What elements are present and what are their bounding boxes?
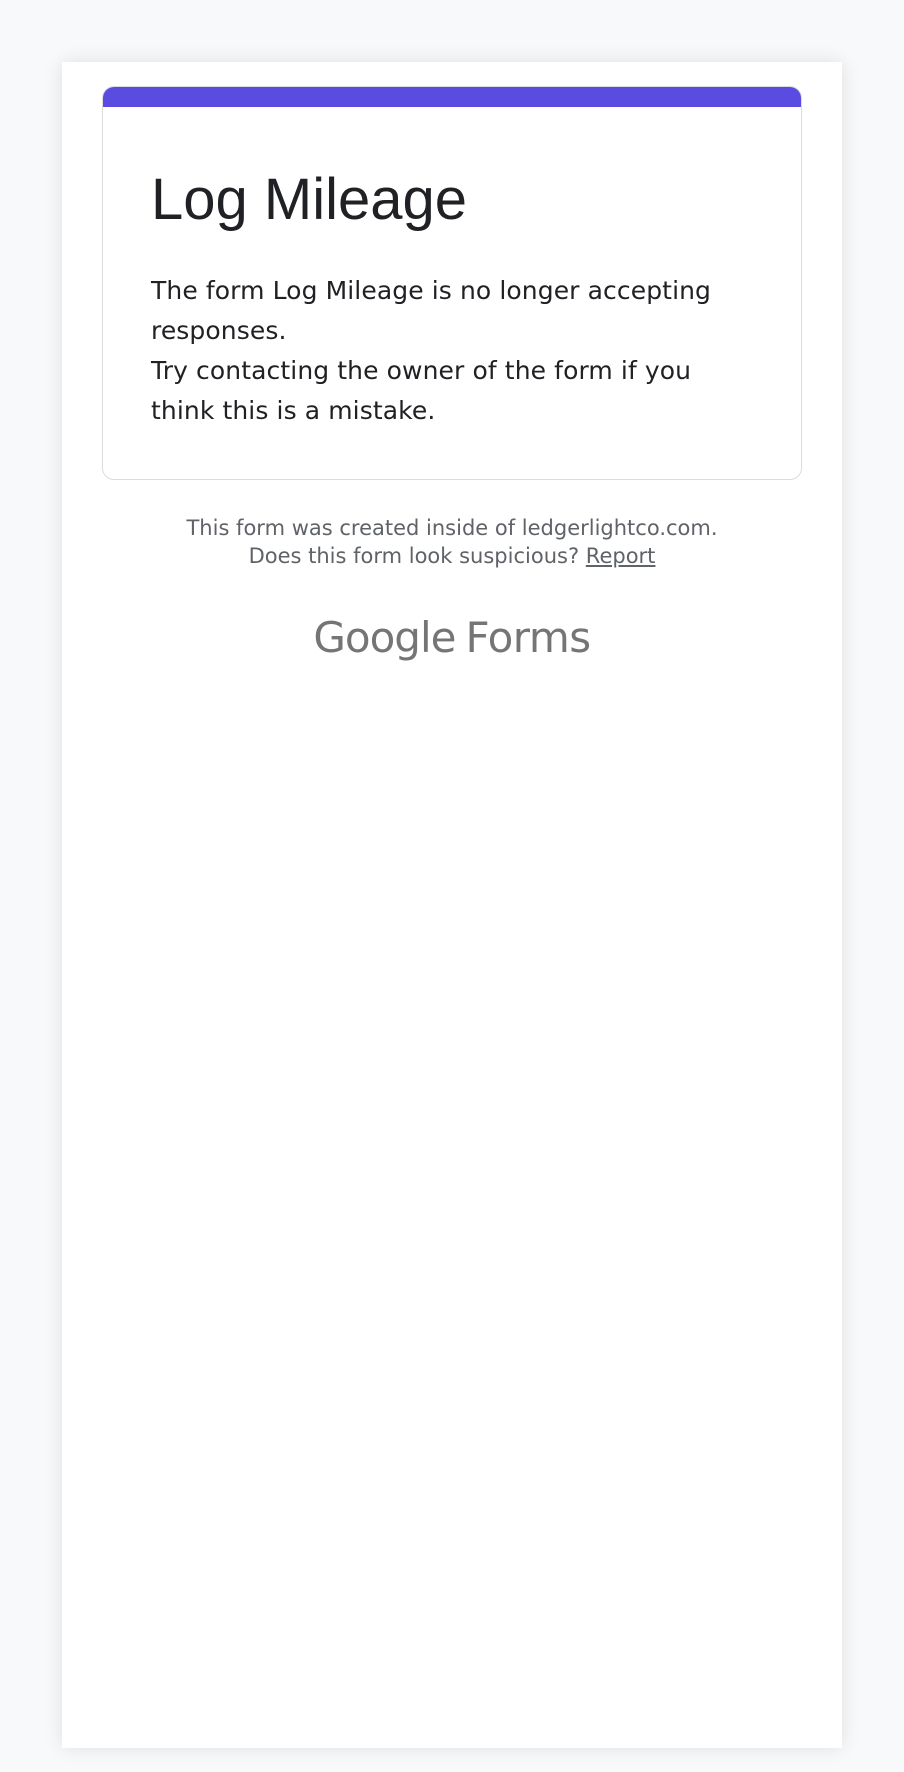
closed-message-line-2: Try contacting the owner of the form if …: [151, 356, 692, 425]
closed-message-line-1: The form Log Mileage is no longer accept…: [151, 276, 712, 345]
page-sheet: Log Mileage The form Log Mileage is no l…: [62, 62, 842, 1748]
created-inside-text: This form was created inside of ledgerli…: [186, 516, 718, 540]
google-forms-logo[interactable]: Google Forms: [62, 610, 842, 666]
closed-message: The form Log Mileage is no longer accept…: [151, 271, 741, 431]
theme-accent-bar: [103, 87, 801, 107]
report-link[interactable]: Report: [586, 544, 656, 568]
form-title: Log Mileage: [151, 167, 467, 232]
forms-wordmark: Forms: [465, 613, 591, 662]
google-wordmark: Google: [313, 613, 456, 662]
form-footer: This form was created inside of ledgerli…: [62, 514, 842, 570]
form-closed-card: Log Mileage The form Log Mileage is no l…: [102, 86, 802, 480]
suspicious-prompt: Does this form look suspicious?: [248, 544, 580, 568]
suspicious-line: Does this form look suspicious? Report: [62, 542, 842, 570]
